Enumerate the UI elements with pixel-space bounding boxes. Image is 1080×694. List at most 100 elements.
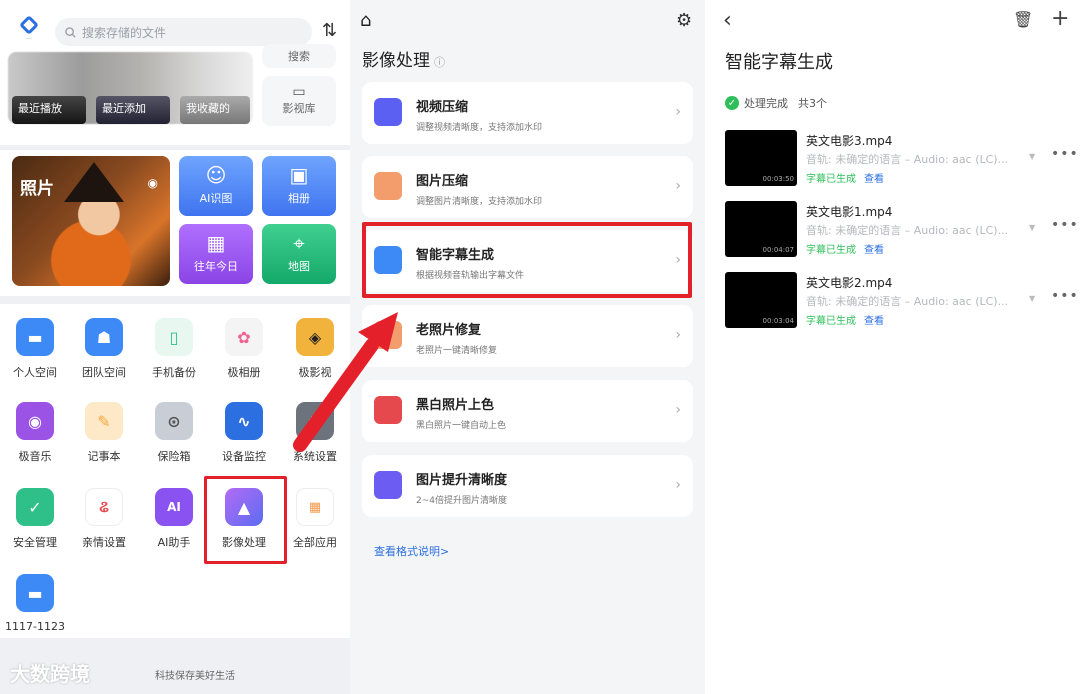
search-input[interactable]: 搜索存储的文件: [55, 18, 312, 46]
search-placeholder: 搜索存储的文件: [82, 25, 167, 40]
trash-icon[interactable]: 🗑: [1013, 10, 1033, 29]
app-system-settings[interactable]: ⚙ 系统设置: [280, 402, 350, 464]
video-row[interactable]: 00:04:07 英文电影1.mp4 音轨: 未确定的语言 – Audio: a…: [725, 201, 1078, 259]
card-image-compress[interactable]: 图片压缩 调整图片清晰度，支持添加水印 ›: [362, 156, 693, 218]
chevron-right-icon: ›: [675, 178, 681, 194]
app-album[interactable]: ✿ 极相册: [209, 318, 279, 380]
add-icon[interactable]: +: [1051, 6, 1069, 31]
more-icon[interactable]: •••: [1051, 217, 1079, 233]
dropdown-caret-icon[interactable]: ▼: [1029, 294, 1035, 303]
search-icon: [65, 26, 76, 38]
page-title: 影像处理 ⓘ: [362, 51, 445, 71]
chevron-right-icon: ›: [675, 402, 681, 418]
back-chevron-icon[interactable]: ‹: [723, 8, 732, 33]
video-thumbnail[interactable]: 00:03:50: [725, 130, 797, 186]
search-button[interactable]: 搜索: [262, 44, 336, 68]
photos-card[interactable]: 照片 ◉: [12, 156, 170, 286]
app-personal-space[interactable]: ▬ 个人空间: [0, 318, 70, 380]
count-text: 共3个: [798, 97, 827, 110]
dropdown-caret-icon[interactable]: ▼: [1029, 152, 1035, 161]
safe-icon: ⊙: [155, 402, 193, 440]
favorites-card[interactable]: 我收藏的: [180, 96, 250, 124]
top-section: ··· 搜索存储的文件 ⇅ 最近播放 最近添加 我收藏的 搜索 ▭ 影视库: [0, 0, 350, 145]
app-folder-shortcut[interactable]: ▬ 1117-1123: [0, 574, 70, 633]
phone-backup-icon: ▯: [155, 318, 193, 356]
app-notebook[interactable]: ✎ 记事本: [69, 402, 139, 464]
app-ai-assistant[interactable]: AI AI助手: [139, 488, 209, 550]
map-tile[interactable]: ⌖ 地图: [262, 224, 336, 284]
card-video-compress[interactable]: 视频压缩 调整视频清晰度，支持添加水印 ›: [362, 82, 693, 144]
card-enhance-clarity[interactable]: 图片提升清晰度 2~4倍提升图片清晰度 ›: [362, 455, 693, 517]
help-icon[interactable]: ⓘ: [434, 56, 445, 69]
recent-played-card[interactable]: 最近播放: [12, 96, 86, 124]
check-circle-icon: ✓: [725, 96, 739, 110]
card-old-photo-restore[interactable]: 老照片修复 老照片一键清晰修复 ›: [362, 305, 693, 367]
folder-icon: ▬: [16, 318, 54, 356]
chevron-right-icon: ›: [675, 327, 681, 343]
album-tile[interactable]: ▣ 相册: [262, 156, 336, 216]
video-row[interactable]: 00:03:04 英文电影2.mp4 音轨: 未确定的语言 – Audio: a…: [725, 272, 1078, 330]
dropdown-caret-icon[interactable]: ▼: [1029, 223, 1035, 232]
more-icon[interactable]: •••: [1051, 146, 1079, 162]
app-grid: ▬ 个人空间 ☗ 团队空间 ▯ 手机备份 ✿ 极相册 ◈ 极影视 ◉ 极音乐 ✎ 记事本 ⊙ 保…: [0, 304, 350, 638]
app-family[interactable]: ଌ 亲情设置: [69, 488, 139, 550]
shield-icon: ✓: [16, 488, 54, 526]
card-colorize[interactable]: 黑白照片上色 黑白照片一键自动上色 ›: [362, 380, 693, 442]
app-video[interactable]: ◈ 极影视: [280, 318, 350, 380]
app-safe-box[interactable]: ⊙ 保险箱: [139, 402, 209, 464]
app-team-space[interactable]: ☗ 团队空间: [69, 318, 139, 380]
recent-added-card[interactable]: 最近添加: [96, 96, 170, 124]
sort-icon[interactable]: ⇅: [322, 20, 337, 41]
on-this-day-tile[interactable]: ▦ 往年今日: [179, 224, 253, 284]
home-icon[interactable]: ⌂: [360, 10, 371, 31]
folder-shortcut-icon: ▬: [16, 574, 54, 612]
audio-track-select[interactable]: 音轨: 未确定的语言 – Audio: aac (LC)...: [806, 151, 1024, 167]
ai-assistant-icon: AI: [155, 488, 193, 526]
slogan: 科技保存美好生活: [155, 671, 235, 682]
app-logo: ···: [14, 15, 44, 46]
image-icon: [374, 172, 402, 200]
map-pin-icon: ⌖: [293, 231, 305, 255]
family-icon: ଌ: [85, 488, 123, 526]
image-icon: ▣: [289, 163, 309, 187]
chevron-right-icon: ›: [675, 104, 681, 120]
app-music[interactable]: ◉ 极音乐: [0, 402, 70, 464]
video-icon: ▭: [292, 84, 306, 100]
photo-restore-icon: [374, 321, 402, 349]
audio-track-select[interactable]: 音轨: 未确定的语言 – Audio: aac (LC)...: [806, 293, 1024, 309]
more-icon[interactable]: •••: [1051, 288, 1079, 304]
app-all-apps[interactable]: ▦ 全部应用: [280, 488, 350, 550]
calendar-icon: ▦: [206, 231, 226, 255]
view-link[interactable]: 查看: [864, 170, 884, 185]
view-link[interactable]: 查看: [864, 312, 884, 327]
page-title: 智能字幕生成: [725, 52, 833, 73]
audio-track-select[interactable]: 音轨: 未确定的语言 – Audio: aac (LC)...: [806, 222, 1024, 238]
footer: 大数跨境 科技保存美好生活: [0, 640, 350, 694]
watermark: 大数跨境: [10, 662, 90, 686]
highlight-frame-image-processing: [204, 476, 287, 564]
music-disc-icon: ◉: [16, 402, 54, 440]
format-help-link[interactable]: 查看格式说明>: [374, 543, 449, 559]
app-phone-backup[interactable]: ▯ 手机备份: [139, 318, 209, 380]
gear-icon: ⚙: [296, 402, 334, 440]
video-thumbnail[interactable]: 00:04:07: [725, 201, 797, 257]
ai-recognition-tile[interactable]: ☺ AI识图: [179, 156, 253, 216]
status-bar: ✓ 处理完成 共3个: [725, 95, 827, 111]
view-link[interactable]: 查看: [864, 241, 884, 256]
chevron-right-icon: ›: [675, 477, 681, 493]
video-thumbnail[interactable]: 00:03:04: [725, 272, 797, 328]
colorize-icon: [374, 396, 402, 424]
video-row[interactable]: 00:03:50 英文电影3.mp4 音轨: 未确定的语言 – Audio: a…: [725, 130, 1078, 188]
flower-icon: ✿: [225, 318, 263, 356]
settings-gear-icon[interactable]: ⚙: [676, 10, 692, 31]
photo-section: 照片 ◉ ☺ AI识图 ▣ 相册 ▦ 往年今日 ⌖ 地图: [0, 150, 350, 296]
app-security[interactable]: ✓ 安全管理: [0, 488, 70, 550]
highlight-frame-smart-subtitle: [362, 222, 692, 298]
photo-image: [64, 162, 124, 202]
monitor-wave-icon: ∿: [225, 402, 263, 440]
video-library-button[interactable]: ▭ 影视库: [262, 76, 336, 126]
app-device-monitor[interactable]: ∿ 设备监控: [209, 402, 279, 464]
subtitle-result-panel: ‹ 🗑 + 智能字幕生成 ✓ 处理完成 共3个 00:03:50 英文电影3.m…: [705, 0, 1080, 694]
app-home-panel: ··· 搜索存储的文件 ⇅ 最近播放 最近添加 我收藏的 搜索 ▭ 影视库 照片…: [0, 0, 350, 694]
eye-icon[interactable]: ◉: [148, 176, 158, 190]
